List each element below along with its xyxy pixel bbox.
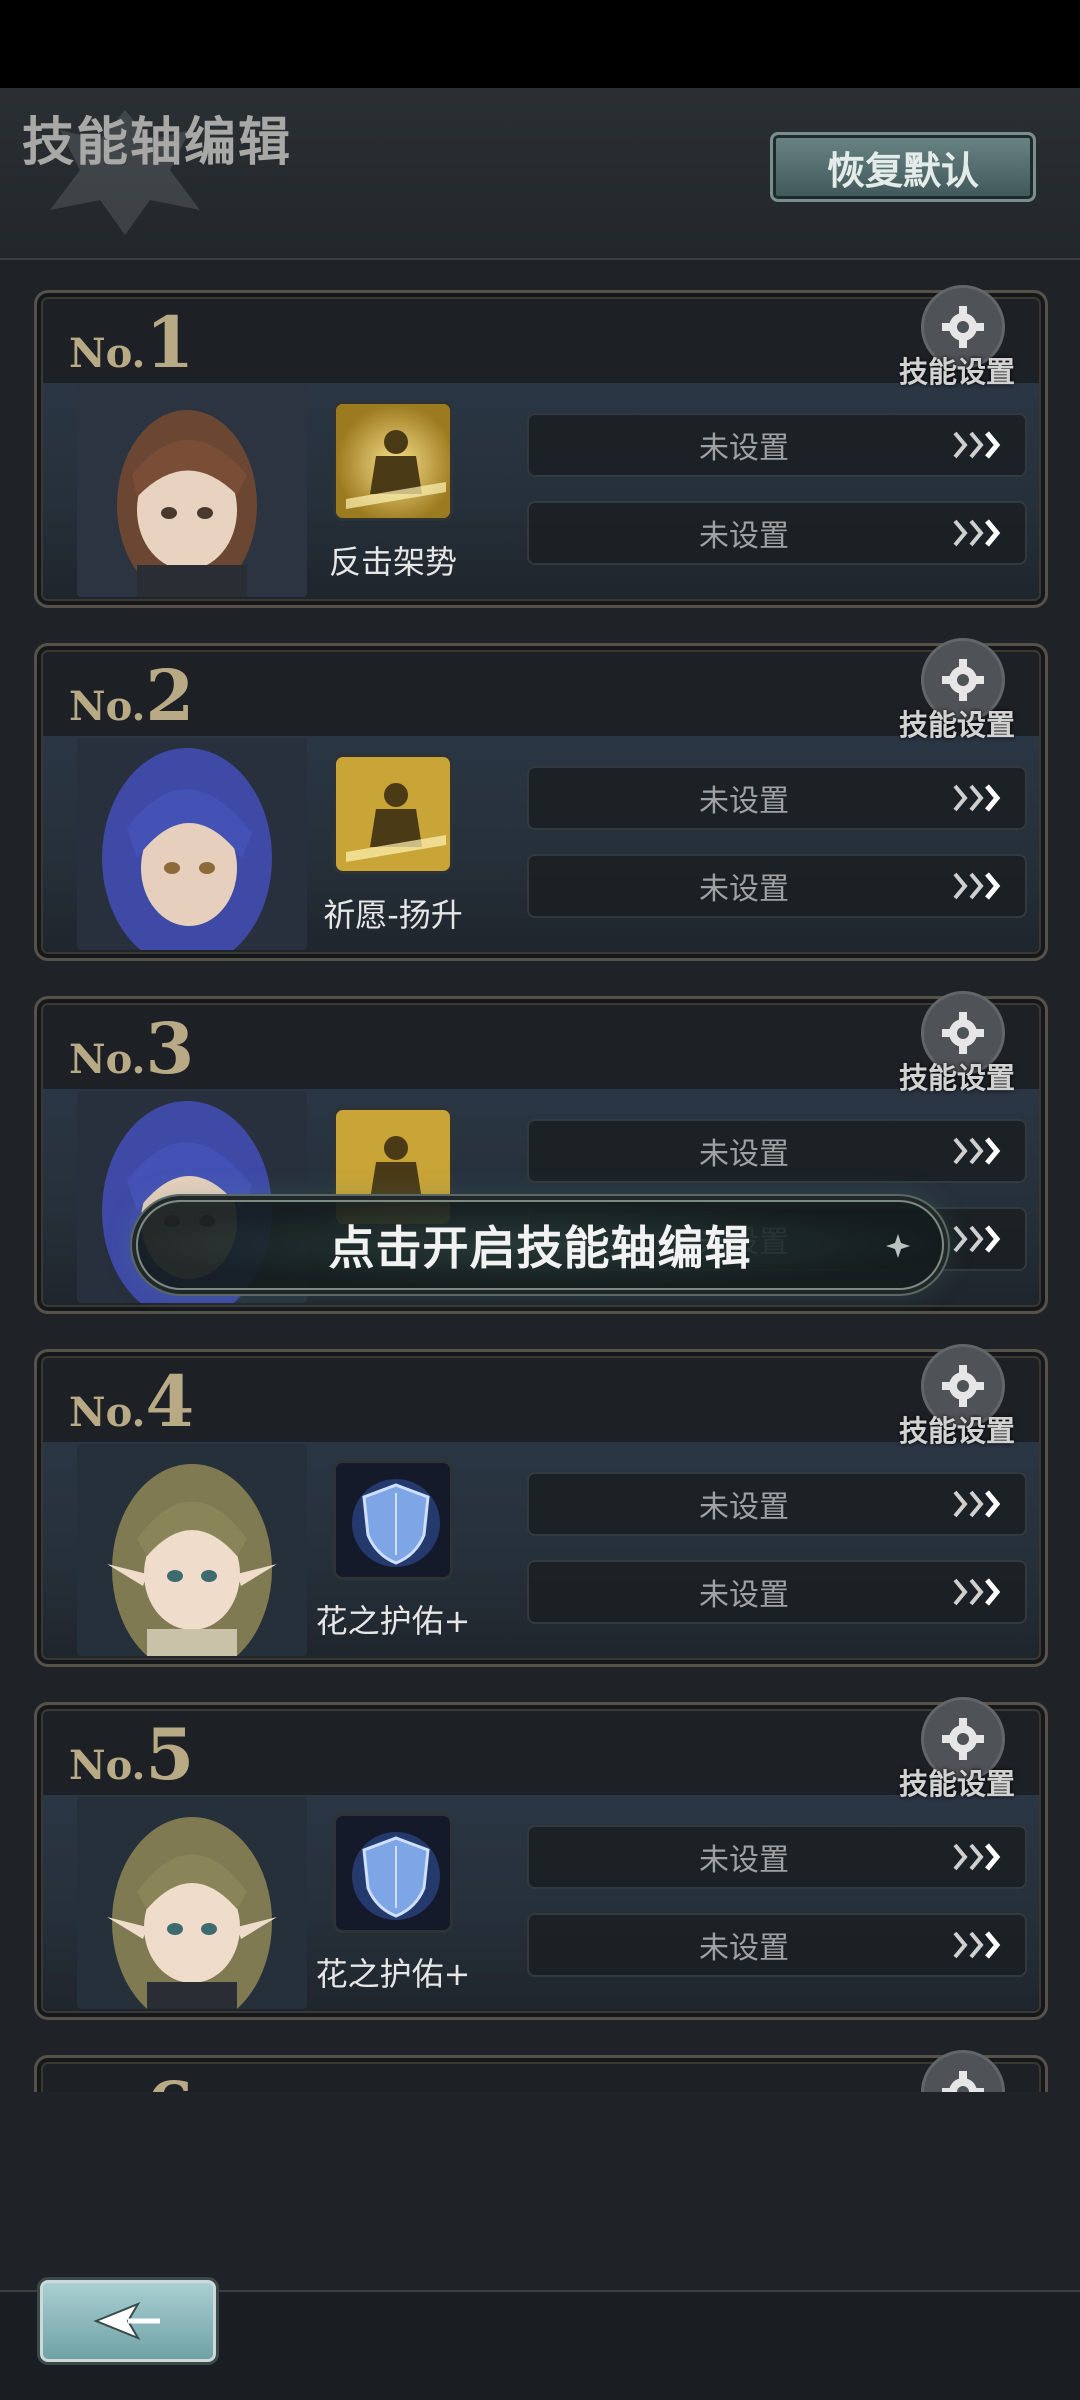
slot-label: 未设置: [699, 1490, 789, 1525]
skill-icon-golden-warrior[interactable]: [333, 754, 453, 874]
skill-slot-1[interactable]: 未设置: [527, 1119, 1027, 1183]
triple-chevron-icon: [953, 519, 1001, 547]
skill-slot-2[interactable]: 未设置: [527, 1560, 1027, 1624]
card-number-prefix: No.: [69, 1742, 146, 1789]
card-number: No.3: [69, 1007, 194, 1090]
card-number: No.2: [69, 654, 194, 737]
card-number-value: 1: [145, 301, 195, 384]
slot-label: 未设置: [699, 431, 789, 466]
card-number-value: 6: [145, 2066, 194, 2092]
status-bar: [0, 0, 1080, 88]
triple-chevron-icon: [953, 1490, 1001, 1518]
skill-slot-1[interactable]: 未设置: [527, 1472, 1027, 1536]
triple-chevron-icon: [953, 431, 1001, 459]
triple-chevron-icon: [953, 1225, 1001, 1253]
triple-chevron-icon: [953, 872, 1001, 900]
slot-label: 未设置: [699, 784, 789, 819]
slot-label: 未设置: [699, 1137, 789, 1172]
character-portrait[interactable]: [77, 738, 307, 950]
skill-icon-blue-shield[interactable]: [333, 1460, 453, 1580]
gear-icon: [942, 659, 984, 701]
enable-skill-axis-edit-prompt[interactable]: 点击开启技能轴编辑: [136, 1200, 944, 1290]
card-number-prefix: No.: [69, 1389, 146, 1436]
card-number: No.5: [69, 1713, 194, 1796]
triple-chevron-icon: [953, 1578, 1001, 1606]
skill-settings-label[interactable]: 技能设置: [899, 349, 1015, 391]
page-title: 技能轴编辑: [22, 112, 293, 173]
card-list[interactable]: No.1 反击架势 未设置 未设置 技能设置 No.2 祈愿-扬升 未设置 未设…: [0, 262, 1080, 2092]
gear-icon: [942, 2071, 984, 2092]
card-number: No.1: [69, 301, 194, 384]
skill-slot-1[interactable]: 未设置: [527, 766, 1027, 830]
skill-card-6: No.6: [34, 2050, 1048, 2092]
back-arrow-icon: [93, 2301, 160, 2341]
triple-chevron-icon: [953, 1137, 1001, 1165]
skill-slot-1[interactable]: 未设置: [527, 413, 1027, 477]
skill-slot-2[interactable]: 未设置: [527, 1913, 1027, 1977]
skill-settings-label[interactable]: 技能设置: [899, 1055, 1015, 1097]
back-button[interactable]: [40, 2280, 216, 2362]
skill-slot-1[interactable]: 未设置: [527, 1825, 1027, 1889]
skill-settings-label[interactable]: 技能设置: [899, 702, 1015, 744]
card-number-value: 5: [145, 1713, 195, 1796]
reset-default-button[interactable]: 恢复默认: [770, 132, 1036, 202]
slot-label: 未设置: [699, 1843, 789, 1878]
slot-label: 未设置: [699, 1931, 789, 1966]
card-number-prefix: No.: [69, 1036, 146, 1083]
skill-icon-blue-shield[interactable]: [333, 1813, 453, 1933]
skill-card-1: No.1 反击架势 未设置 未设置 技能设置: [34, 285, 1048, 608]
gear-icon: [942, 1365, 984, 1407]
skill-name: 花之护佑+: [315, 1602, 471, 1640]
card-number-prefix: No.: [69, 683, 146, 730]
slot-label: 未设置: [699, 872, 789, 907]
character-portrait[interactable]: [77, 1797, 307, 2009]
card-number-prefix: No.: [69, 330, 146, 377]
prompt-text: 点击开启技能轴编辑: [328, 1221, 752, 1275]
triple-chevron-icon: [953, 784, 1001, 812]
skill-settings-label[interactable]: 技能设置: [899, 1408, 1015, 1450]
skill-name: 花之护佑+: [315, 1955, 471, 1993]
skill-name: 祈愿-扬升: [323, 896, 463, 934]
card-number: No.4: [69, 1360, 194, 1443]
character-portrait[interactable]: [77, 1444, 307, 1656]
triple-chevron-icon: [953, 1843, 1001, 1871]
gear-icon: [942, 1718, 984, 1760]
skill-card-4: No.4 花之护佑+ 未设置 未设置 技能设置: [34, 1344, 1048, 1667]
slot-label: 未设置: [699, 1578, 789, 1613]
slot-label: 未设置: [699, 519, 789, 554]
character-portrait[interactable]: [77, 385, 307, 597]
gear-icon: [942, 306, 984, 348]
skill-name: 反击架势: [328, 543, 457, 581]
card-number-value: 3: [145, 1007, 195, 1090]
card-number-value: 2: [145, 654, 195, 737]
card-number-value: 4: [145, 1360, 195, 1443]
card-number: No.6: [69, 2066, 194, 2092]
skill-icon-golden-warrior[interactable]: [333, 401, 453, 521]
skill-settings-label[interactable]: 技能设置: [899, 1761, 1015, 1803]
skill-card-5: No.5 花之护佑+ 未设置 未设置 技能设置: [34, 1697, 1048, 2020]
skill-slot-2[interactable]: 未设置: [527, 854, 1027, 918]
sparkle-icon: [886, 1234, 910, 1258]
skill-settings-button[interactable]: [921, 2050, 1005, 2092]
gear-icon: [942, 1012, 984, 1054]
skill-slot-2[interactable]: 未设置: [527, 501, 1027, 565]
skill-card-2: No.2 祈愿-扬升 未设置 未设置 技能设置: [34, 638, 1048, 961]
triple-chevron-icon: [953, 1931, 1001, 1959]
